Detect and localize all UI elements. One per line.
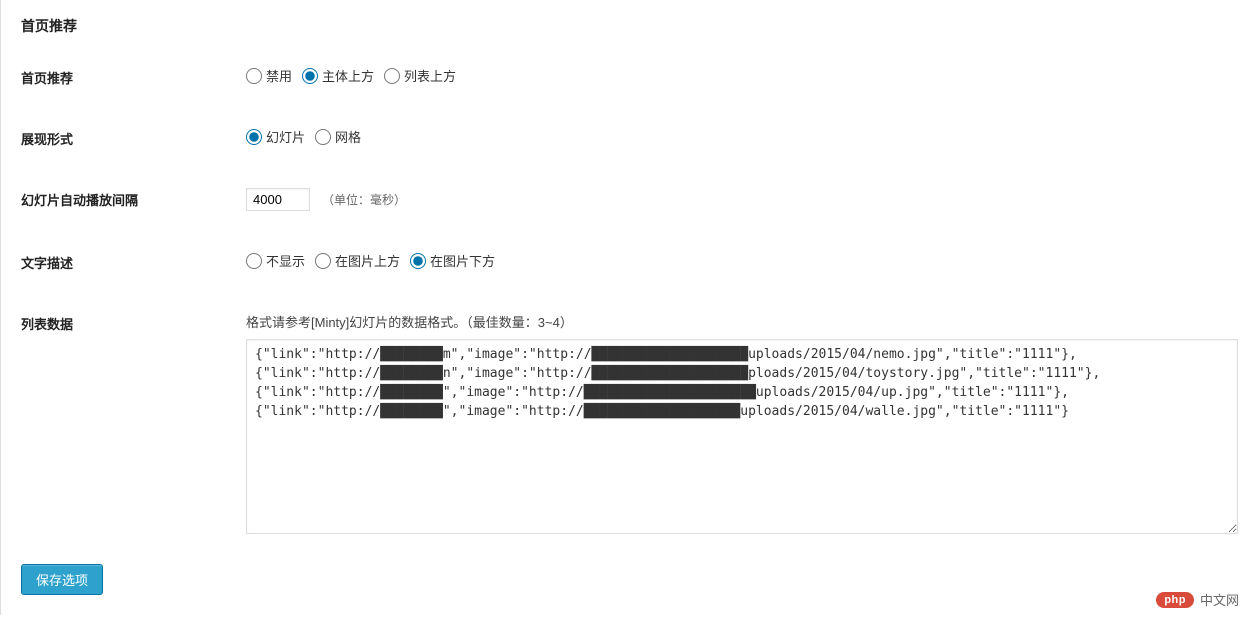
radiogroup-display-mode: 幻灯片 网格 bbox=[246, 127, 1233, 146]
radio-recommend-disable[interactable] bbox=[246, 68, 262, 84]
radio-text-none[interactable] bbox=[246, 253, 262, 269]
field-interval: （单位：毫秒） bbox=[246, 188, 1233, 211]
label-recommend: 首页推荐 bbox=[21, 66, 246, 87]
save-button[interactable]: 保存选项 bbox=[21, 564, 103, 595]
radio-text-below[interactable] bbox=[410, 253, 426, 269]
radio-label-recommend-above-list[interactable]: 列表上方 bbox=[404, 66, 456, 85]
label-text-desc: 文字描述 bbox=[21, 251, 246, 272]
row-interval: 幻灯片自动播放间隔 （单位：毫秒） bbox=[21, 188, 1233, 211]
radio-text-above[interactable] bbox=[315, 253, 331, 269]
input-interval[interactable] bbox=[246, 188, 310, 211]
label-interval: 幻灯片自动播放间隔 bbox=[21, 188, 246, 209]
row-display-mode: 展现形式 幻灯片 网格 bbox=[21, 127, 1233, 148]
radio-label-text-none[interactable]: 不显示 bbox=[266, 251, 305, 270]
radiogroup-recommend: 禁用 主体上方 列表上方 bbox=[246, 66, 1233, 85]
hint-interval: （单位：毫秒） bbox=[322, 191, 406, 208]
label-display-mode: 展现形式 bbox=[21, 127, 246, 148]
row-list-data: 列表数据 格式请参考[Minty]幻灯片的数据格式。（最佳数量：3~4） bbox=[21, 312, 1233, 534]
row-recommend: 首页推荐 禁用 主体上方 列表上方 bbox=[21, 66, 1233, 87]
radio-display-slide[interactable] bbox=[246, 129, 262, 145]
label-list-data: 列表数据 bbox=[21, 312, 246, 333]
desc-list-data: 格式请参考[Minty]幻灯片的数据格式。（最佳数量：3~4） bbox=[246, 312, 1238, 331]
radio-label-text-above[interactable]: 在图片上方 bbox=[335, 251, 400, 270]
radio-recommend-above-body[interactable] bbox=[302, 68, 318, 84]
textarea-list-data[interactable] bbox=[246, 339, 1238, 534]
radio-label-display-grid[interactable]: 网格 bbox=[335, 127, 361, 146]
radio-label-recommend-disable[interactable]: 禁用 bbox=[266, 66, 292, 85]
field-list-data: 格式请参考[Minty]幻灯片的数据格式。（最佳数量：3~4） bbox=[246, 312, 1238, 534]
section-title: 首页推荐 bbox=[21, 10, 1233, 36]
radio-display-grid[interactable] bbox=[315, 129, 331, 145]
radio-label-display-slide[interactable]: 幻灯片 bbox=[266, 127, 305, 146]
radio-label-text-below[interactable]: 在图片下方 bbox=[430, 251, 495, 270]
radio-label-recommend-above-body[interactable]: 主体上方 bbox=[322, 66, 374, 85]
radiogroup-text-desc: 不显示 在图片上方 在图片下方 bbox=[246, 251, 1233, 270]
row-text-desc: 文字描述 不显示 在图片上方 在图片下方 bbox=[21, 251, 1233, 272]
row-save: 保存选项 bbox=[21, 564, 1233, 595]
radio-recommend-above-list[interactable] bbox=[384, 68, 400, 84]
